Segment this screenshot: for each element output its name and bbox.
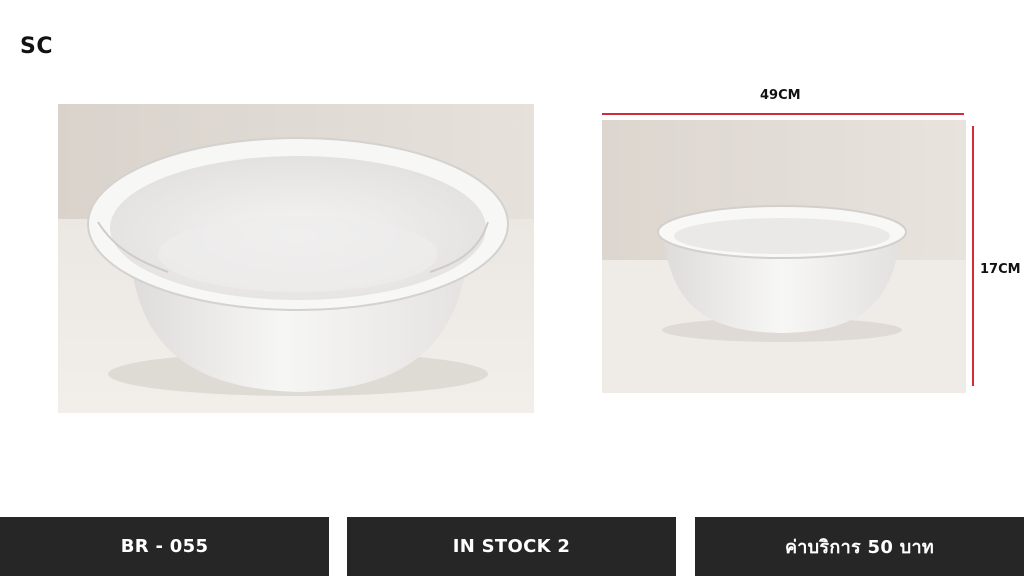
width-label: 49CM	[760, 88, 801, 103]
white-basin-image-small	[602, 120, 966, 393]
stock-count: IN STOCK 2	[452, 536, 571, 557]
product-photo-large	[58, 104, 534, 413]
stock-bar: IN STOCK 2	[347, 517, 676, 576]
product-code-bar: BR - 055	[0, 517, 329, 576]
service-fee: ค่าบริการ 50 บาท	[784, 537, 935, 558]
product-code: BR - 055	[120, 536, 209, 557]
width-dimension-line	[602, 113, 964, 115]
product-photo-with-dimensions	[602, 120, 966, 393]
height-label: 17CM	[980, 262, 1021, 277]
white-basin-image	[58, 104, 534, 413]
brand-logo-text: SC	[20, 34, 53, 59]
service-fee-bar: ค่าบริการ 50 บาท	[695, 517, 1024, 576]
height-dimension-line	[972, 126, 974, 386]
